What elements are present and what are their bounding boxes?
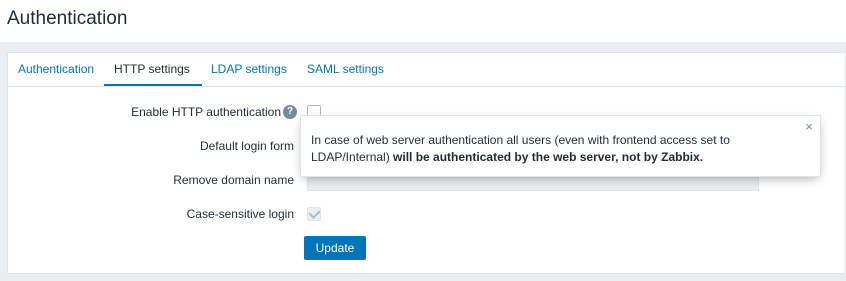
update-button[interactable]: Update: [304, 236, 366, 260]
help-tooltip: In case of web server authentication all…: [300, 115, 821, 177]
tab-saml-settings[interactable]: SAML settings: [307, 62, 384, 76]
case-sensitive-label: Case-sensitive login: [186, 207, 294, 221]
case-sensitive-checkbox[interactable]: [307, 206, 321, 221]
tab-ldap-settings[interactable]: LDAP settings: [211, 62, 287, 76]
tab-bar: Authentication HTTP settings LDAP settin…: [8, 53, 845, 87]
enable-http-label: Enable HTTP authentication: [131, 105, 281, 119]
tooltip-text: In case of web server authentication all…: [311, 132, 791, 166]
close-icon[interactable]: ×: [804, 120, 814, 133]
default-login-label: Default login form: [199, 139, 294, 153]
active-tab-indicator: [104, 84, 202, 86]
check-mark-icon: [308, 206, 321, 220]
question-mark-icon[interactable]: ?: [283, 105, 297, 119]
tab-authentication[interactable]: Authentication: [18, 62, 94, 76]
tooltip-text-bold: will be authenticated by the web server,…: [393, 150, 704, 164]
remove-domain-label: Remove domain name: [173, 173, 294, 187]
page-title: Authentication: [7, 8, 128, 29]
page-header: Authentication: [0, 0, 846, 42]
tab-http-settings[interactable]: HTTP settings: [114, 62, 190, 76]
